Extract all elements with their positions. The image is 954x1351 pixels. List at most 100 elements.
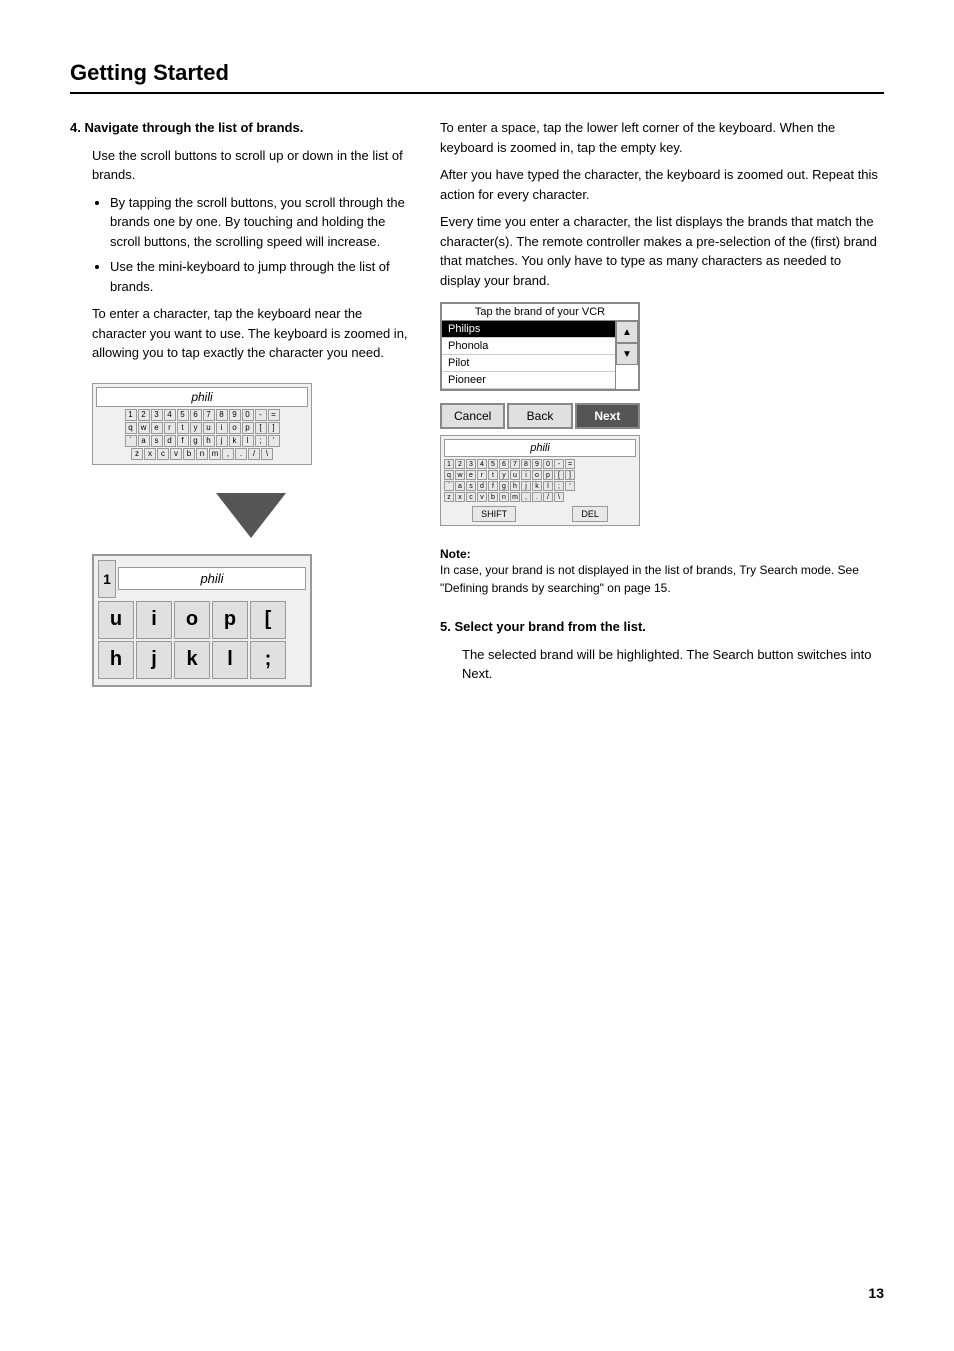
key-p[interactable]: p [212, 601, 248, 639]
key[interactable]: x [144, 448, 156, 460]
key[interactable]: b [183, 448, 195, 460]
key[interactable]: m [510, 492, 520, 502]
key[interactable]: c [157, 448, 169, 460]
key[interactable]: 3 [466, 459, 476, 469]
key[interactable]: 6 [190, 409, 202, 421]
key[interactable]: y [499, 470, 509, 480]
key[interactable]: ; [554, 481, 564, 491]
key[interactable]: v [170, 448, 182, 460]
key[interactable]: d [477, 481, 487, 491]
key[interactable]: t [177, 422, 189, 434]
key[interactable]: w [138, 422, 150, 434]
key[interactable]: / [543, 492, 553, 502]
key[interactable]: q [444, 470, 454, 480]
key[interactable]: . [235, 448, 247, 460]
shift-button[interactable]: SHIFT [472, 506, 516, 522]
key[interactable]: / [248, 448, 260, 460]
key[interactable]: l [242, 435, 254, 447]
key[interactable]: h [510, 481, 520, 491]
key[interactable]: 3 [151, 409, 163, 421]
scroll-down-button[interactable]: ▼ [616, 343, 638, 365]
key[interactable]: a [138, 435, 150, 447]
key-bracket[interactable]: [ [250, 601, 286, 639]
brand-philips[interactable]: Philips [442, 321, 615, 338]
key[interactable]: 4 [477, 459, 487, 469]
next-button[interactable]: Next [575, 403, 640, 429]
key[interactable]: - [554, 459, 564, 469]
key[interactable]: w [455, 470, 465, 480]
key[interactable]: 0 [543, 459, 553, 469]
key[interactable]: [ [255, 422, 267, 434]
key[interactable]: d [164, 435, 176, 447]
key[interactable]: j [521, 481, 531, 491]
key[interactable]: s [466, 481, 476, 491]
brand-pioneer[interactable]: Pioneer [442, 372, 615, 389]
key[interactable]: q [125, 422, 137, 434]
key[interactable]: 8 [521, 459, 531, 469]
back-button[interactable]: Back [507, 403, 572, 429]
key[interactable]: k [229, 435, 241, 447]
key[interactable]: c [466, 492, 476, 502]
key[interactable]: ' [565, 481, 575, 491]
brand-pilot[interactable]: Pilot [442, 355, 615, 372]
key[interactable]: ` [444, 481, 454, 491]
key-u[interactable]: u [98, 601, 134, 639]
key[interactable]: 4 [164, 409, 176, 421]
cancel-button[interactable]: Cancel [440, 403, 505, 429]
key[interactable]: . [532, 492, 542, 502]
key[interactable]: p [543, 470, 553, 480]
key[interactable]: \ [261, 448, 273, 460]
key[interactable]: e [466, 470, 476, 480]
key[interactable]: 2 [455, 459, 465, 469]
key[interactable]: 1 [125, 409, 137, 421]
key[interactable]: y [190, 422, 202, 434]
key[interactable]: u [203, 422, 215, 434]
key[interactable]: o [229, 422, 241, 434]
key[interactable]: a [455, 481, 465, 491]
key[interactable]: o [532, 470, 542, 480]
key-o[interactable]: o [174, 601, 210, 639]
key-semicolon[interactable]: ; [250, 641, 286, 679]
brand-phonola[interactable]: Phonola [442, 338, 615, 355]
key[interactable]: [ [554, 470, 564, 480]
key[interactable]: g [499, 481, 509, 491]
key[interactable]: n [499, 492, 509, 502]
del-button[interactable]: DEL [572, 506, 608, 522]
key[interactable]: i [216, 422, 228, 434]
key[interactable]: m [209, 448, 221, 460]
key[interactable]: j [216, 435, 228, 447]
key[interactable]: , [222, 448, 234, 460]
key[interactable]: x [455, 492, 465, 502]
key[interactable]: e [151, 422, 163, 434]
key[interactable]: r [477, 470, 487, 480]
key[interactable]: g [190, 435, 202, 447]
key[interactable]: \ [554, 492, 564, 502]
key[interactable]: ` [125, 435, 137, 447]
key[interactable]: l [543, 481, 553, 491]
key[interactable]: ; [255, 435, 267, 447]
key[interactable]: - [255, 409, 267, 421]
key[interactable]: 6 [499, 459, 509, 469]
key[interactable]: h [203, 435, 215, 447]
key[interactable]: 5 [488, 459, 498, 469]
key[interactable]: 9 [229, 409, 241, 421]
key-h[interactable]: h [98, 641, 134, 679]
key[interactable]: , [521, 492, 531, 502]
key[interactable]: p [242, 422, 254, 434]
key[interactable]: 7 [203, 409, 215, 421]
key[interactable]: ' [268, 435, 280, 447]
key-j[interactable]: j [136, 641, 172, 679]
key-l[interactable]: l [212, 641, 248, 679]
key[interactable]: v [477, 492, 487, 502]
key[interactable]: ] [565, 470, 575, 480]
key[interactable]: = [565, 459, 575, 469]
key[interactable]: f [177, 435, 189, 447]
key[interactable]: u [510, 470, 520, 480]
key[interactable]: 1 [444, 459, 454, 469]
key[interactable]: 8 [216, 409, 228, 421]
key[interactable]: 2 [138, 409, 150, 421]
key[interactable]: k [532, 481, 542, 491]
key[interactable]: z [131, 448, 143, 460]
key[interactable]: z [444, 492, 454, 502]
key-k[interactable]: k [174, 641, 210, 679]
